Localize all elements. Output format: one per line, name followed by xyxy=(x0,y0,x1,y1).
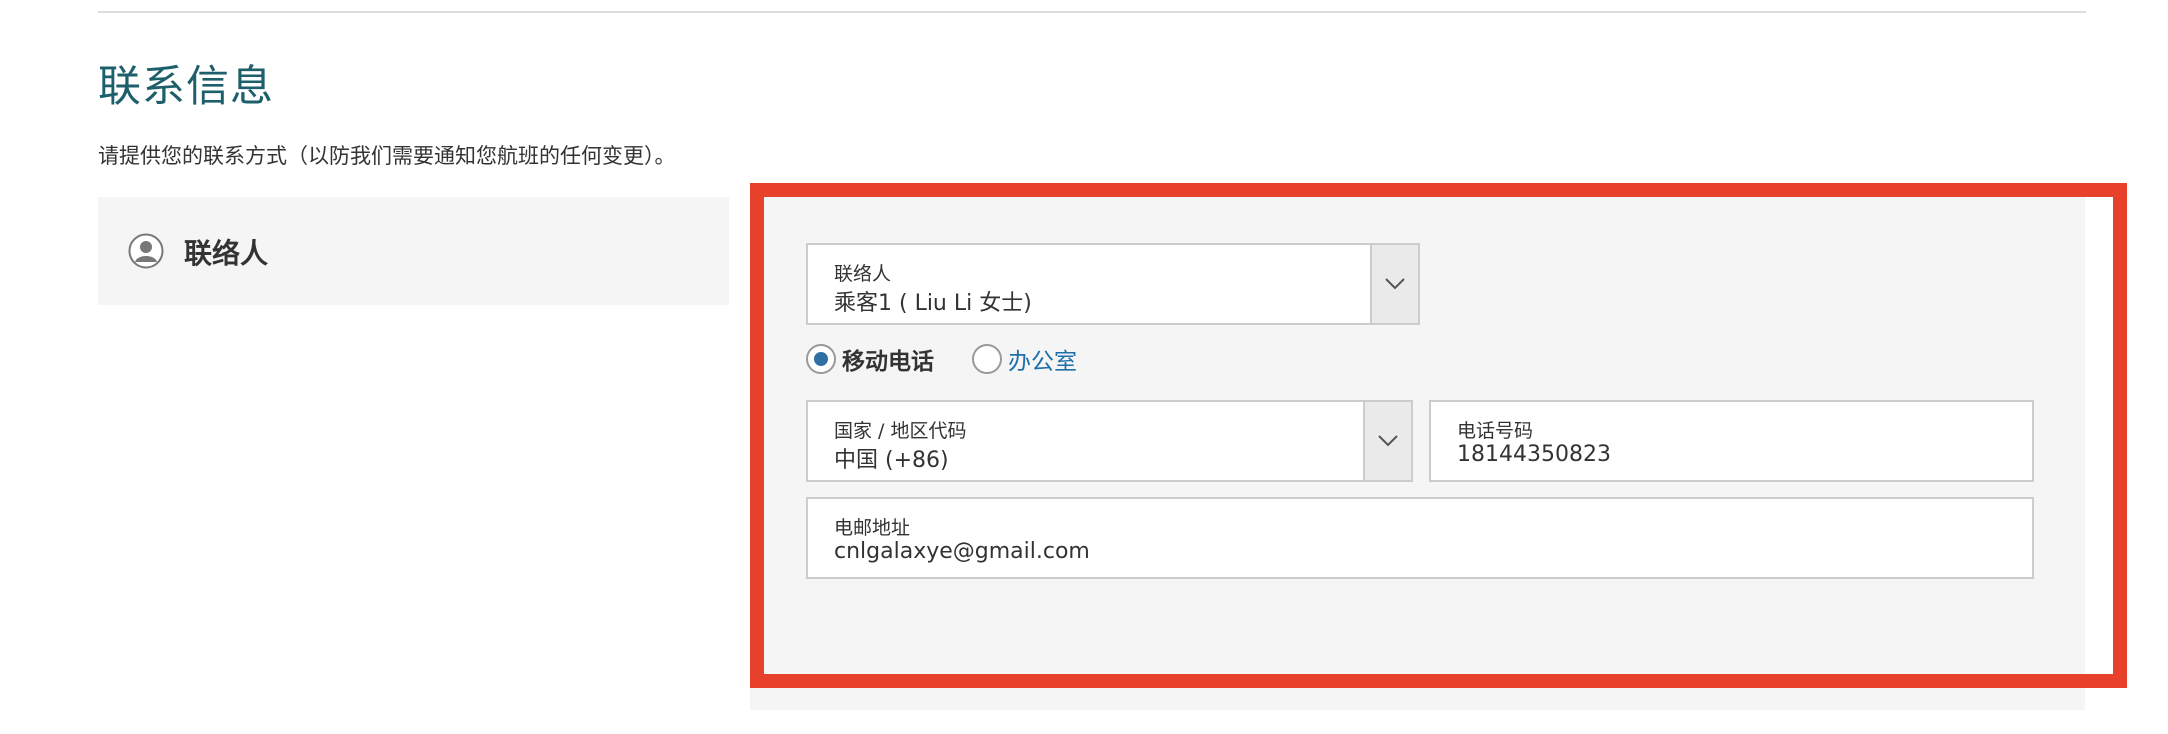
country-code-dropdown-toggle[interactable] xyxy=(1363,402,1411,480)
person-icon xyxy=(128,233,164,273)
radio-mobile-phone[interactable]: 移动电话 xyxy=(806,342,934,376)
section-description: 请提供您的联系方式（以防我们需要通知您航班的任何变更）。 xyxy=(98,144,676,168)
country-code-label: 国家 / 地区代码 xyxy=(834,420,967,442)
chevron-down-icon xyxy=(1385,278,1405,290)
email-value[interactable]: cnlgalaxye@gmail.com xyxy=(834,539,1090,564)
radio-office[interactable]: 办公室 xyxy=(972,342,1077,376)
chevron-down-icon xyxy=(1378,435,1398,447)
contact-person-heading: 联络人 xyxy=(184,237,269,270)
email-label: 电邮地址 xyxy=(834,517,911,539)
contact-person-value: 乘客1 ( Liu Li 女士) xyxy=(834,291,1032,316)
radio-office-label[interactable]: 办公室 xyxy=(1008,342,1077,376)
contact-person-label: 联络人 xyxy=(834,263,892,285)
contact-person-dropdown-toggle[interactable] xyxy=(1370,245,1418,323)
radio-circle-unselected[interactable] xyxy=(972,344,1002,374)
radio-circle-selected[interactable] xyxy=(806,344,836,374)
top-divider xyxy=(98,11,2086,13)
phone-number-label: 电话号码 xyxy=(1457,420,1534,442)
contact-person-select[interactable]: 联络人 乘客1 ( Liu Li 女士) xyxy=(806,243,1420,325)
radio-mobile-phone-label[interactable]: 移动电话 xyxy=(842,342,934,376)
phone-number-field[interactable]: 电话号码 18144350823 xyxy=(1429,400,2034,482)
country-code-select[interactable]: 国家 / 地区代码 中国 (+86) xyxy=(806,400,1413,482)
email-field[interactable]: 电邮地址 cnlgalaxye@gmail.com xyxy=(806,497,2034,579)
section-title: 联系信息 xyxy=(98,62,274,112)
phone-number-value[interactable]: 18144350823 xyxy=(1457,442,1611,467)
country-code-value: 中国 (+86) xyxy=(834,448,949,473)
